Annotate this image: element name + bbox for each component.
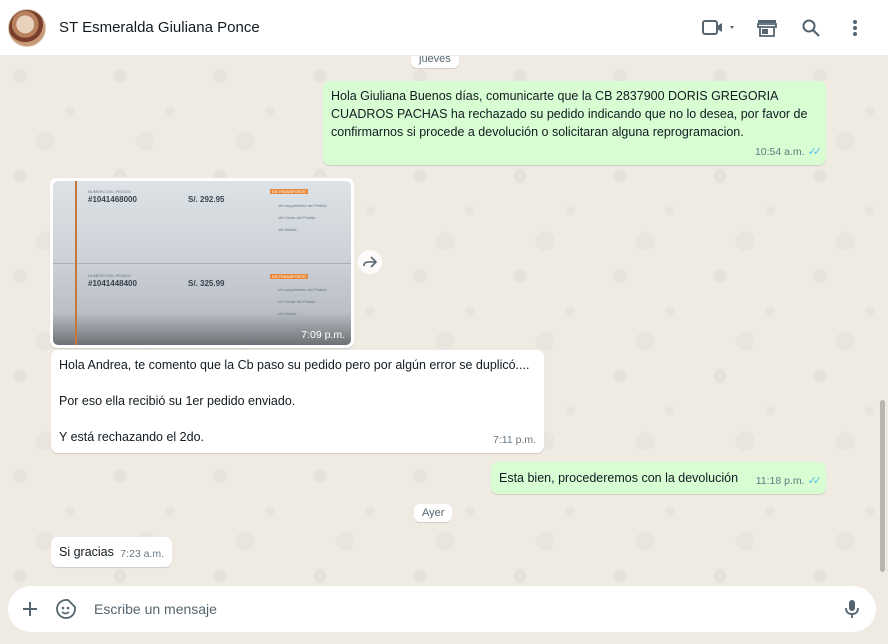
message-composer: Escribe un mensaje (8, 586, 876, 632)
message-text: Hola Andrea, te comento que la Cb paso s… (59, 358, 530, 372)
read-ticks-icon: ✓✓ (807, 475, 823, 487)
incoming-message[interactable]: Hola Andrea, te comento que la Cb paso s… (51, 350, 544, 453)
kebab-menu-icon (853, 20, 857, 36)
chat-area[interactable]: jueves Hola Giuliana Buenos días, comuni… (0, 56, 888, 586)
contact-name[interactable]: ST Esmeralda Giuliana Ponce (59, 19, 260, 36)
message-text: Hola Giuliana Buenos días, comunicarte q… (331, 89, 808, 139)
plus-icon (23, 602, 37, 616)
video-call-button[interactable] (695, 8, 743, 48)
incoming-message[interactable]: Si gracias 7:23 a.m. (51, 537, 172, 567)
message-time: 11:18 p.m. (755, 475, 805, 487)
read-ticks-icon: ✓✓ (807, 146, 823, 158)
chat-header: ST Esmeralda Giuliana Ponce (0, 0, 888, 56)
forward-button[interactable] (358, 250, 382, 274)
forward-icon (363, 256, 377, 268)
message-text: Por eso ella recibió su 1er pedido envia… (59, 394, 296, 408)
message-time: 10:54 a.m. (754, 146, 805, 158)
message-time: 7:09 p.m. (301, 329, 345, 341)
search-button[interactable] (791, 8, 831, 48)
day-divider: jueves (411, 56, 459, 68)
video-camera-icon (702, 20, 734, 35)
catalog-button[interactable] (747, 8, 787, 48)
day-divider: Ayer (414, 504, 453, 522)
outgoing-message[interactable]: Hola Giuliana Buenos días, comunicarte q… (323, 81, 826, 165)
menu-button[interactable] (835, 8, 875, 48)
order-screenshot-image[interactable]: NUMERO DEL PEDIDO #1041468000 S/. 292.95… (53, 181, 351, 345)
sticker-icon (56, 599, 76, 619)
image-message[interactable]: NUMERO DEL PEDIDO #1041468000 S/. 292.95… (50, 178, 354, 348)
microphone-icon (845, 600, 859, 618)
message-text: Y está rechazando el 2do. (59, 430, 205, 444)
contact-avatar[interactable] (8, 8, 46, 47)
sticker-button[interactable] (48, 591, 84, 627)
message-time: 7:23 a.m. (120, 548, 164, 560)
search-icon (802, 19, 820, 37)
scrollbar[interactable] (880, 400, 885, 572)
attach-button[interactable] (12, 591, 48, 627)
voice-message-button[interactable] (834, 591, 870, 627)
storefront-icon (757, 20, 777, 37)
outgoing-message[interactable]: Esta bien, procederemos con la devolució… (491, 462, 826, 494)
message-time: 7:11 p.m. (493, 434, 536, 446)
message-input[interactable]: Escribe un mensaje (94, 601, 834, 617)
